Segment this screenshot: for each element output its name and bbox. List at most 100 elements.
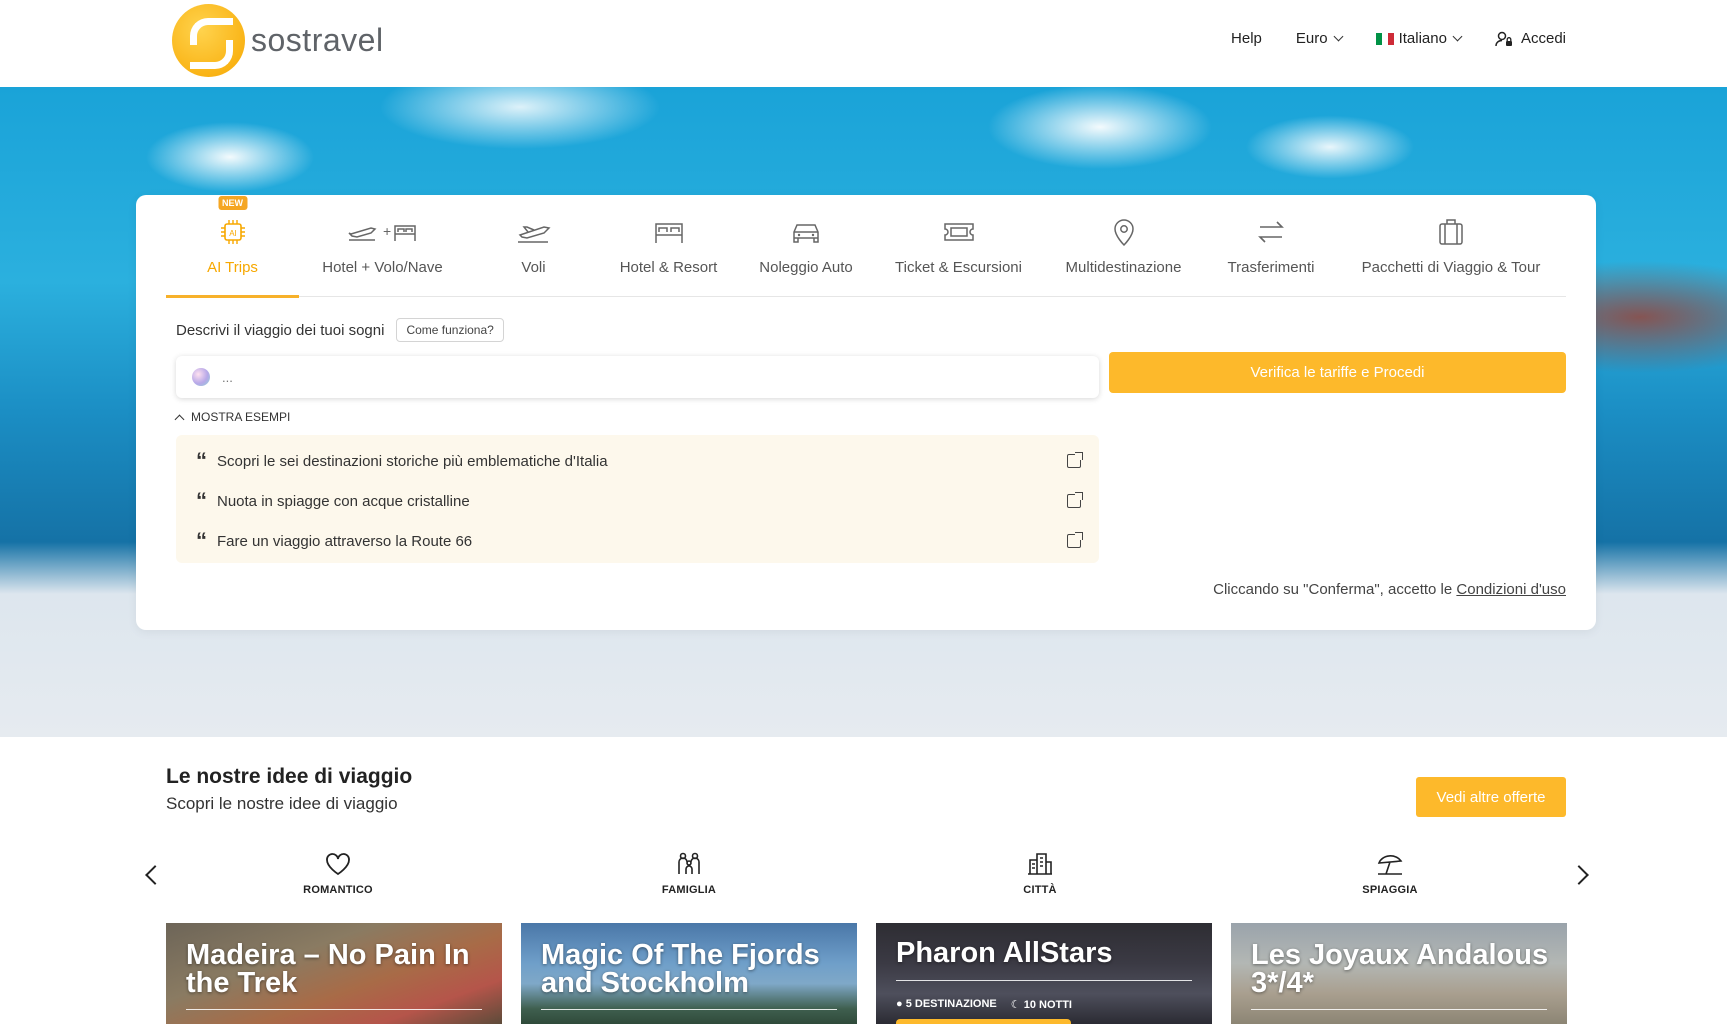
- tab-label: Noleggio Auto: [759, 259, 853, 276]
- user-lock-icon: [1495, 31, 1512, 46]
- offer-card[interactable]: Les Joyaux Andalous 3*/4*: [1231, 923, 1567, 1024]
- chevron-up-icon: [174, 414, 185, 424]
- product-tabs: NEW AI AI Trips + Hotel + Volo/Nave Voli…: [166, 195, 1566, 298]
- terms-notice: Cliccando su "Conferma", accetto le Cond…: [1213, 581, 1566, 598]
- beach-umbrella-icon: [1377, 855, 1403, 875]
- category-famiglia[interactable]: FAMIGLIA: [589, 852, 789, 896]
- offer-card[interactable]: Pharon AllStars ● 5 DESTINAZIONE ☾ 10 NO…: [876, 923, 1212, 1024]
- language-label: Italiano: [1398, 30, 1447, 47]
- help-link[interactable]: Help: [1231, 30, 1262, 47]
- divider: [541, 1009, 837, 1010]
- carousel-next-icon[interactable]: [1569, 865, 1589, 885]
- plane-icon: [516, 215, 552, 249]
- offer-cta-bar[interactable]: [896, 1019, 1071, 1024]
- example-item[interactable]: “ Scopri le sei destinazioni storiche pi…: [176, 441, 1099, 481]
- carousel-prev-icon[interactable]: [145, 865, 165, 885]
- tab-hotel-volo-nave[interactable]: + Hotel + Volo/Nave: [299, 195, 466, 297]
- offer-title: Madeira – No Pain In the Trek: [186, 939, 470, 999]
- divider: [896, 980, 1192, 981]
- help-label: Help: [1231, 30, 1262, 47]
- divider: [1251, 1009, 1547, 1010]
- tab-label: Trasferimenti: [1227, 259, 1315, 276]
- examples-panel: “ Scopri le sei destinazioni storiche pi…: [176, 435, 1099, 563]
- offer-meta: ● 5 DESTINAZIONE ☾ 10 NOTTI: [896, 998, 1072, 1011]
- tab-label: AI Trips: [207, 259, 258, 276]
- nights-text: 10 NOTTI: [1023, 999, 1072, 1011]
- destinations-count: ● 5 DESTINAZIONE: [896, 998, 997, 1010]
- tab-label: Hotel + Volo/Nave: [322, 259, 443, 276]
- offer-title: Pharon AllStars: [896, 937, 1113, 969]
- how-it-works-button[interactable]: Come funziona?: [396, 318, 504, 342]
- map-pin-icon: [1110, 215, 1138, 249]
- suitcase-icon: [1436, 215, 1466, 249]
- category-romantico[interactable]: ROMANTICO: [238, 852, 438, 896]
- ai-chip-icon: AI: [219, 215, 247, 249]
- category-label: CITTÀ: [1023, 884, 1057, 896]
- divider: [186, 1009, 482, 1010]
- ai-orb-icon: [192, 368, 210, 386]
- offer-title: Magic Of The Fjords and Stockholm: [541, 939, 820, 999]
- offer-title: Les Joyaux Andalous 3*/4*: [1251, 939, 1549, 999]
- terms-link[interactable]: Condizioni d'uso: [1456, 581, 1566, 598]
- example-item[interactable]: “ Fare un viaggio attraverso la Route 66: [176, 521, 1099, 561]
- italy-flag-icon: [1375, 32, 1394, 45]
- plane-plus-bed-icon: +: [347, 215, 419, 249]
- tab-label: Ticket & Escursioni: [895, 259, 1022, 276]
- tab-label: Pacchetti di Viaggio & Tour: [1361, 259, 1541, 276]
- search-card: NEW AI AI Trips + Hotel + Volo/Nave Voli…: [136, 195, 1596, 630]
- tab-multidestinazione[interactable]: Multidestinazione: [1041, 195, 1206, 297]
- nights-count: ☾ 10 NOTTI: [1010, 999, 1072, 1011]
- sostravel-logo[interactable]: sostravel: [172, 4, 384, 77]
- top-nav: Help Euro Italiano Accedi: [1197, 30, 1566, 47]
- more-offers-button[interactable]: Vedi altre offerte: [1416, 777, 1566, 817]
- external-link-icon[interactable]: [1067, 532, 1083, 548]
- example-item[interactable]: “ Nuota in spiagge con acque cristalline: [176, 481, 1099, 521]
- tab-label: Hotel & Resort: [619, 259, 718, 276]
- currency-label: Euro: [1295, 30, 1328, 47]
- quote-icon: “: [196, 448, 207, 473]
- example-text: Nuota in spiagge con acque cristalline: [217, 492, 470, 510]
- external-link-icon[interactable]: [1067, 492, 1083, 508]
- tab-ticket-escursioni[interactable]: Ticket & Escursioni: [876, 195, 1041, 297]
- bed-icon: [653, 215, 685, 249]
- city-icon: [1028, 853, 1052, 875]
- tab-ai-trips[interactable]: NEW AI AI Trips: [166, 195, 299, 298]
- describe-row: Descrivi il viaggio dei tuoi sogni Come …: [176, 318, 504, 342]
- category-citta[interactable]: CITTÀ: [940, 852, 1140, 896]
- svg-text:AI: AI: [229, 229, 237, 238]
- category-label: ROMANTICO: [303, 884, 373, 896]
- show-examples-toggle[interactable]: MOSTRA ESEMPI: [174, 410, 291, 424]
- tab-label: Multidestinazione: [1065, 259, 1182, 276]
- external-link-icon[interactable]: [1067, 452, 1083, 468]
- car-icon: [790, 215, 822, 249]
- chevron-down-icon: [1333, 31, 1344, 42]
- describe-label: Descrivi il viaggio dei tuoi sogni: [176, 321, 385, 339]
- destinations-text: 5 DESTINAZIONE: [905, 998, 997, 1010]
- heart-icon: [326, 853, 350, 876]
- ideas-subtitle: Scopri le nostre idee di viaggio: [166, 794, 398, 813]
- new-badge: NEW: [218, 196, 247, 210]
- offer-card[interactable]: Magic Of The Fjords and Stockholm: [521, 923, 857, 1024]
- logo-mark-icon: [172, 4, 245, 77]
- quote-icon: “: [196, 488, 207, 513]
- login-button[interactable]: Accedi: [1495, 30, 1566, 47]
- login-label: Accedi: [1520, 30, 1566, 47]
- category-label: SPIAGGIA: [1362, 884, 1418, 896]
- currency-selector[interactable]: Euro: [1295, 30, 1344, 47]
- tab-trasferimenti[interactable]: Trasferimenti: [1206, 195, 1336, 297]
- tab-noleggio-auto[interactable]: Noleggio Auto: [736, 195, 876, 297]
- offer-card[interactable]: Madeira – No Pain In the Trek: [166, 923, 502, 1024]
- language-selector[interactable]: Italiano: [1375, 30, 1463, 47]
- proceed-button[interactable]: Verifica le tariffe e Procedi: [1109, 352, 1566, 393]
- transfer-arrows-icon: [1256, 215, 1286, 249]
- trip-prompt-box[interactable]: [176, 356, 1099, 398]
- family-icon: [678, 852, 700, 874]
- svg-text:+: +: [383, 223, 391, 239]
- tab-hotel-resort[interactable]: Hotel & Resort: [601, 195, 736, 297]
- tab-voli[interactable]: Voli: [466, 195, 601, 297]
- logo-text: sostravel: [251, 22, 384, 58]
- show-examples-label: MOSTRA ESEMPI: [191, 410, 291, 424]
- trip-prompt-input[interactable]: [222, 369, 1082, 385]
- category-spiaggia[interactable]: SPIAGGIA: [1290, 852, 1490, 896]
- tab-pacchetti[interactable]: Pacchetti di Viaggio & Tour: [1336, 195, 1566, 297]
